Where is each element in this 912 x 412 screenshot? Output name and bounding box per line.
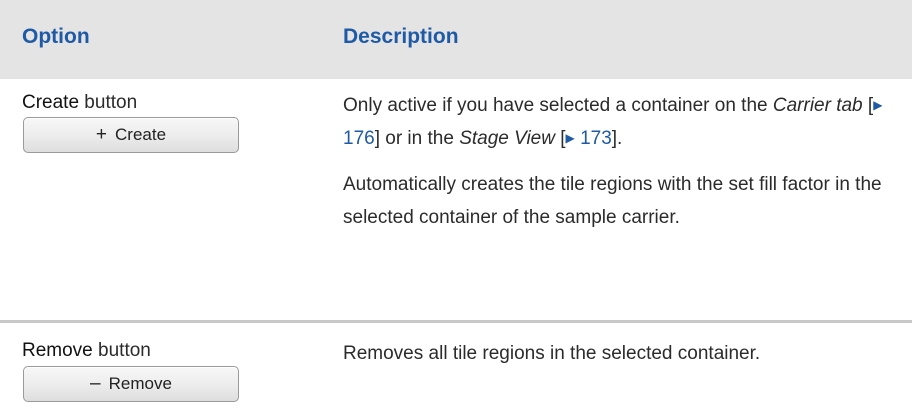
desc-text: . (617, 128, 623, 149)
option-label-remove: Remove button (22, 340, 151, 362)
plus-icon: + (95, 124, 108, 145)
create-button-label: Create (115, 125, 167, 144)
remove-button[interactable]: – Remove (23, 366, 239, 402)
triangle-right-icon: ▶ (565, 131, 575, 145)
description-create-1: Only active if you have selected a conta… (343, 89, 893, 155)
xref-carrier-tab[interactable]: Carrier tab (773, 95, 863, 116)
desc-text: or in the (379, 128, 460, 149)
option-name: Create (22, 92, 80, 113)
row-divider (0, 320, 912, 323)
option-suffix: button (92, 340, 151, 361)
remove-button-label: Remove (108, 374, 172, 393)
xref-stage-view[interactable]: Stage View (459, 128, 555, 149)
description-create-2: Automatically creates the tile regions w… (343, 174, 882, 228)
column-header-option: Option (22, 25, 90, 48)
triangle-right-icon: ▶ (873, 98, 883, 112)
table-header: Option Description (0, 0, 912, 79)
xref-page-carrier[interactable]: 176 (343, 128, 375, 149)
column-header-description: Description (343, 25, 459, 48)
description-remove: Removes all tile regions in the selected… (343, 343, 761, 364)
option-suffix: button (79, 92, 138, 113)
create-button[interactable]: + Create (23, 117, 239, 153)
xref-page-stage[interactable]: 173 (580, 128, 612, 149)
option-name: Remove (22, 340, 93, 361)
option-label-create: Create button (22, 92, 137, 114)
options-table: Option Description Create button + Creat… (0, 0, 912, 412)
desc-text: Only active if you have selected a conta… (343, 95, 773, 116)
minus-icon: – (90, 373, 101, 394)
